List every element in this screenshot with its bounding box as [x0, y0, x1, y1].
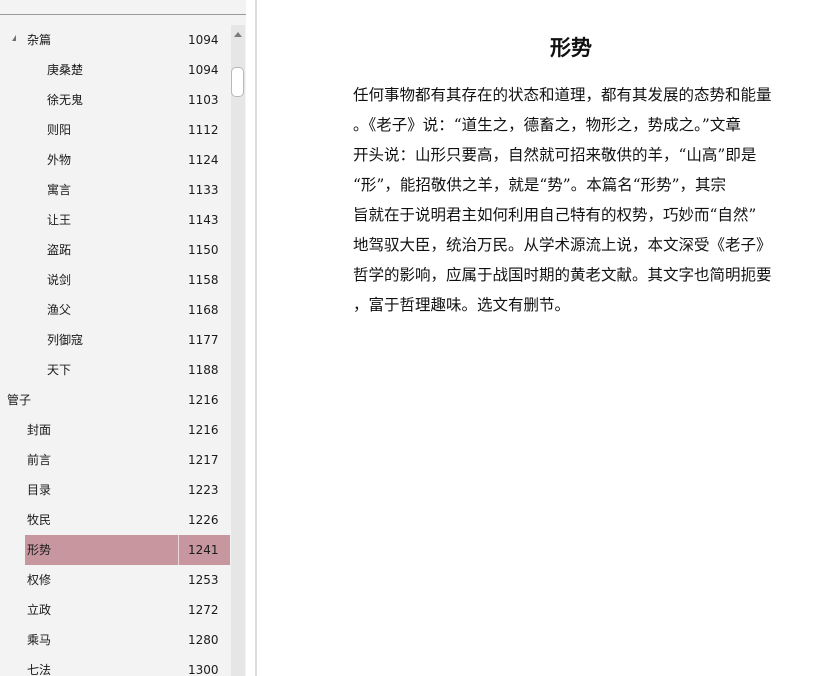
toc-item-page: 1216	[188, 423, 219, 437]
article-line: 。《老子》说：“道生之，德畜之，物形之，势成之。”文章	[353, 116, 741, 134]
toc-item-page: 1168	[188, 303, 219, 317]
reading-pane: 形势 任何事物都有其存在的状态和道理，都有其发展的态势和能量 。《老子》说：“道…	[257, 0, 826, 676]
toc-item[interactable]: 渔父 1168	[0, 295, 231, 325]
toc-item[interactable]: 七法 1300	[0, 655, 231, 676]
toc-sidebar: 杂篇 1094 庚桑楚 1094 徐无鬼 1103 则阳 1112 外物 1124 寓言 1133 让王…	[0, 0, 246, 676]
toc-item-title: 外物	[47, 153, 72, 167]
toc-item-title: 则阳	[47, 123, 72, 137]
toc-list: 杂篇 1094 庚桑楚 1094 徐无鬼 1103 则阳 1112 外物 1124 寓言 1133 让王…	[0, 25, 231, 676]
toc-scrollbar[interactable]	[231, 25, 245, 676]
toc-item[interactable]: 外物 1124	[0, 145, 231, 175]
toc-item-page: 1272	[188, 603, 219, 617]
scrollbar-thumb[interactable]	[231, 67, 244, 97]
toc-item-title: 权修	[27, 573, 52, 587]
toc-item-title: 列御寇	[47, 333, 84, 347]
toc-item-page: 1226	[188, 513, 219, 527]
sidebar-top-divider	[0, 14, 246, 15]
toc-item[interactable]: 让王 1143	[0, 205, 231, 235]
toc-item-page: 1103	[188, 93, 219, 107]
toc-item[interactable]: 立政 1272	[0, 595, 231, 625]
toc-item-title: 立政	[27, 603, 52, 617]
article-line: ，富于哲理趣味。选文有删节。	[353, 296, 571, 314]
toc-item-page: 1280	[188, 633, 219, 647]
toc-item-title: 说剑	[47, 273, 72, 287]
toc-item-title: 庚桑楚	[47, 63, 84, 77]
toc-item-page: 1223	[188, 483, 219, 497]
article-body: 任何事物都有其存在的状态和道理，都有其发展的态势和能量 。《老子》说：“道生之，…	[353, 80, 787, 320]
toc-item-page: 1158	[188, 273, 219, 287]
toc-item-title: 乘马	[27, 633, 52, 647]
toc-item-page: 1253	[188, 573, 219, 587]
toc-item-selected[interactable]: 形势 1241	[0, 535, 231, 565]
scroll-up-arrow-icon[interactable]	[234, 32, 242, 37]
toc-item-page: 1177	[188, 333, 219, 347]
toc-item-title: 盗跖	[47, 243, 72, 257]
toc-item-page: 1143	[188, 213, 219, 227]
toc-item-page: 1112	[188, 123, 219, 137]
toc-item[interactable]: 杂篇 1094	[0, 25, 231, 55]
toc-item[interactable]: 列御寇 1177	[0, 325, 231, 355]
toc-item[interactable]: 封面 1216	[0, 415, 231, 445]
toc-item-page: 1094	[188, 63, 219, 77]
toc-item[interactable]: 前言 1217	[0, 445, 231, 475]
toc-item[interactable]: 牧民 1226	[0, 505, 231, 535]
toc-item-page: 1150	[188, 243, 219, 257]
toc-item-page: 1216	[188, 393, 219, 407]
toc-item-title: 杂篇	[27, 33, 52, 47]
article-title: 形势	[550, 35, 592, 60]
toc-item[interactable]: 管子 1216	[0, 385, 231, 415]
article-line: 地驾驭大臣，统治万民。从学术源流上说，本文深受《老子》	[353, 236, 772, 254]
expand-triangle-icon[interactable]	[12, 35, 16, 41]
toc-item[interactable]: 寓言 1133	[0, 175, 231, 205]
toc-item[interactable]: 庚桑楚 1094	[0, 55, 231, 85]
toc-item[interactable]: 则阳 1112	[0, 115, 231, 145]
toc-item-title: 寓言	[47, 183, 72, 197]
article-line: 任何事物都有其存在的状态和道理，都有其发展的态势和能量	[353, 86, 772, 104]
toc-item-page: 1133	[188, 183, 219, 197]
toc-item-title: 目录	[27, 483, 52, 497]
toc-item-title: 渔父	[47, 303, 72, 317]
toc-item-title: 前言	[27, 453, 52, 467]
article-line: “形”，能招敬供之羊，就是“势”。本篇名“形势”，其宗	[353, 176, 727, 194]
toc-item-title: 管子	[7, 393, 32, 407]
toc-item-title: 封面	[27, 423, 52, 437]
toc-item-title: 天下	[47, 363, 72, 377]
toc-item-page: 1217	[188, 453, 219, 467]
toc-item[interactable]: 说剑 1158	[0, 265, 231, 295]
selection-column-separator	[178, 535, 179, 565]
toc-item-page: 1241	[188, 543, 219, 557]
toc-item[interactable]: 目录 1223	[0, 475, 231, 505]
toc-item-title: 徐无鬼	[47, 93, 84, 107]
toc-item[interactable]: 乘马 1280	[0, 625, 231, 655]
toc-item-page: 1094	[188, 33, 219, 47]
toc-item[interactable]: 盗跖 1150	[0, 235, 231, 265]
toc-item-page: 1188	[188, 363, 219, 377]
toc-item[interactable]: 权修 1253	[0, 565, 231, 595]
toc-item-page: 1124	[188, 153, 219, 167]
article-line: 开头说：山形只要高，自然就可招来敬供的羊，“山高”即是	[353, 146, 757, 164]
toc-item-title: 让王	[47, 213, 72, 227]
article-line: 哲学的影响，应属于战国时期的黄老文献。其文字也简明扼要	[353, 266, 772, 284]
toc-item-title: 形势	[27, 543, 52, 557]
article-line: 旨就在于说明君主如何利用自己特有的权势，巧妙而“自然”	[353, 206, 757, 224]
toc-item[interactable]: 天下 1188	[0, 355, 231, 385]
toc-item[interactable]: 徐无鬼 1103	[0, 85, 231, 115]
toc-item-title: 七法	[27, 663, 52, 676]
toc-item-page: 1300	[188, 663, 219, 676]
toc-item-title: 牧民	[27, 513, 52, 527]
